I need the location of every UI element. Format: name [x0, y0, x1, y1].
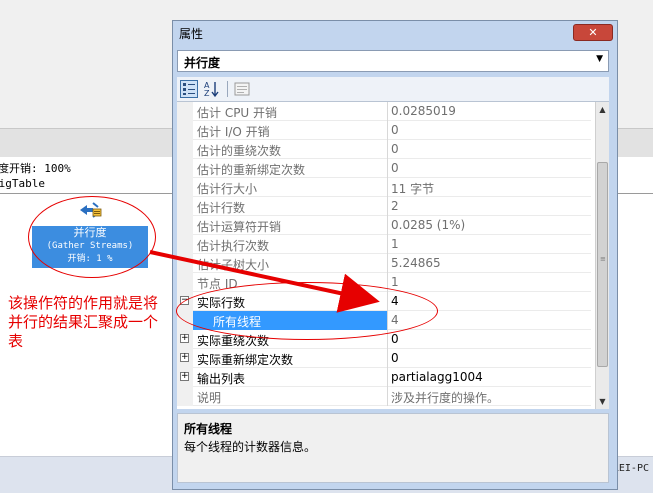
svg-text:Z: Z: [204, 89, 210, 98]
object-selector[interactable]: 并行度 ▼: [177, 50, 609, 72]
property-name: 输出列表: [197, 372, 246, 386]
property-value[interactable]: partialagg1004: [391, 370, 483, 384]
annotation-note: 该操作符的作用就是将并行的结果汇聚成一个表: [8, 294, 159, 350]
property-row[interactable]: 估计的重新绑定次数 0: [177, 159, 591, 178]
property-name: 实际重新绑定次数: [197, 353, 294, 367]
vertical-scrollbar[interactable]: ▲ ≡ ▼: [595, 102, 609, 409]
properties-window[interactable]: 属性 ✕ 并行度 ▼ A Z 估计 CPU 开销 0.0285019 估计 I/…: [172, 20, 618, 490]
property-name: 估计行数: [197, 201, 246, 215]
grip-icon: ≡: [600, 255, 606, 263]
row-gutter: [177, 273, 193, 292]
query-cost-text: 并行度开销: 100%: [0, 160, 71, 176]
title-bar[interactable]: 属性 ✕: [173, 21, 617, 45]
property-value[interactable]: 11 字节: [391, 180, 434, 197]
status-server-name: LEI-PC: [612, 463, 649, 474]
toolbar-separator: [227, 81, 228, 97]
property-value[interactable]: 0: [391, 123, 399, 137]
property-row[interactable]: 估计 CPU 开销 0.0285019: [177, 102, 591, 121]
description-title: 所有线程: [184, 422, 233, 436]
column-divider[interactable]: [387, 197, 388, 216]
row-gutter: [177, 121, 193, 140]
expand-icon[interactable]: +: [180, 334, 189, 343]
property-name: 估计行大小: [197, 182, 258, 196]
column-divider[interactable]: [387, 368, 388, 387]
property-row[interactable]: 估计运算符开销 0.0285 (1%): [177, 216, 591, 235]
property-name: 估计 CPU 开销: [197, 106, 278, 120]
property-name: 估计子树大小: [197, 258, 270, 272]
column-divider[interactable]: [387, 387, 388, 406]
property-name: 估计 I/O 开销: [197, 125, 270, 139]
operator-highlight-ellipse: [28, 196, 156, 278]
query-table-text: BigTable: [0, 177, 45, 190]
column-divider[interactable]: [387, 102, 388, 121]
scroll-down-icon[interactable]: ▼: [596, 394, 609, 409]
property-row[interactable]: + 实际重新绑定次数 0: [177, 349, 591, 368]
column-divider[interactable]: [387, 349, 388, 368]
column-divider[interactable]: [387, 178, 388, 197]
property-row[interactable]: + 输出列表 partialagg1004: [177, 368, 591, 387]
row-gutter: [177, 197, 193, 216]
property-value[interactable]: 0.0285 (1%): [391, 218, 465, 232]
chevron-down-icon: ▼: [596, 54, 603, 64]
object-selector-value: 并行度: [184, 56, 221, 70]
property-value[interactable]: 0: [391, 142, 399, 156]
alphabetical-icon[interactable]: A Z: [203, 80, 221, 98]
row-gutter: [177, 140, 193, 159]
property-value[interactable]: 0: [391, 332, 399, 346]
categorized-icon[interactable]: [180, 80, 198, 98]
description-pane: 所有线程 每个线程的计数器信息。: [177, 413, 609, 483]
query-table-name: BigTable: [0, 177, 45, 190]
column-divider[interactable]: [387, 254, 388, 273]
property-grid[interactable]: 估计 CPU 开销 0.0285019 估计 I/O 开销 0 估计的重绕次数 0 估计的重…: [177, 102, 609, 409]
row-gutter: [177, 387, 193, 406]
column-divider[interactable]: [387, 140, 388, 159]
property-name: 估计运算符开销: [197, 220, 282, 234]
property-value[interactable]: 0.0285019: [391, 104, 456, 118]
property-row[interactable]: 说明 涉及并行度的操作。: [177, 387, 591, 406]
column-divider[interactable]: [387, 216, 388, 235]
property-name: 估计的重新绑定次数: [197, 163, 306, 177]
close-button[interactable]: ✕: [573, 24, 613, 41]
property-row[interactable]: 估计行数 2: [177, 197, 591, 216]
property-row[interactable]: 估计行大小 11 字节: [177, 178, 591, 197]
row-gutter: [177, 235, 193, 254]
row-gutter: [177, 159, 193, 178]
window-title: 属性: [179, 27, 204, 41]
property-name: 估计的重绕次数: [197, 144, 282, 158]
row-gutter: [177, 102, 193, 121]
query-cost-value: 并行度开销: 100%: [0, 162, 71, 175]
property-name: 说明: [197, 391, 222, 405]
row-gutter: [177, 216, 193, 235]
column-divider[interactable]: [387, 235, 388, 254]
property-value[interactable]: 1: [391, 275, 399, 289]
property-value[interactable]: 2: [391, 199, 399, 213]
column-divider[interactable]: [387, 159, 388, 178]
property-value[interactable]: 涉及并行度的操作。: [391, 389, 499, 406]
column-divider[interactable]: [387, 121, 388, 140]
property-row[interactable]: 估计子树大小 5.24865: [177, 254, 591, 273]
row-gutter: [177, 254, 193, 273]
scroll-thumb[interactable]: ≡: [597, 162, 608, 367]
property-value[interactable]: 0: [391, 351, 399, 365]
expand-icon[interactable]: +: [180, 372, 189, 381]
property-row[interactable]: 估计执行次数 1: [177, 235, 591, 254]
actual-rows-highlight-ellipse: [176, 282, 438, 340]
property-row[interactable]: 估计的重绕次数 0: [177, 140, 591, 159]
property-pages-icon[interactable]: [233, 80, 251, 98]
properties-toolbar: A Z: [177, 77, 609, 102]
property-name: 估计执行次数: [197, 239, 270, 253]
scroll-up-icon[interactable]: ▲: [596, 102, 609, 117]
expand-icon[interactable]: +: [180, 353, 189, 362]
property-value[interactable]: 0: [391, 161, 399, 175]
row-gutter: [177, 178, 193, 197]
property-value[interactable]: 1: [391, 237, 399, 251]
property-value[interactable]: 5.24865: [391, 256, 441, 270]
description-text: 每个线程的计数器信息。: [184, 440, 317, 454]
property-row[interactable]: 估计 I/O 开销 0: [177, 121, 591, 140]
